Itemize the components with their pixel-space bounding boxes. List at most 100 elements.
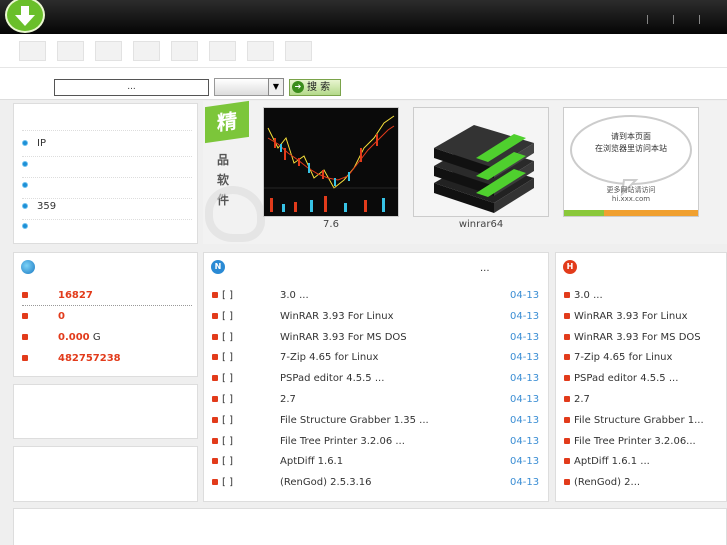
news-title[interactable]: 7-Zip 4.65 for Linux xyxy=(280,347,378,368)
footer-box xyxy=(13,508,727,545)
nav-tab-8[interactable] xyxy=(285,41,312,61)
hot-row[interactable]: AptDiff 1.6.1 ... xyxy=(564,451,724,472)
news-title[interactable]: WinRAR 3.93 For MS DOS xyxy=(280,327,407,348)
news-row[interactable]: [ ] WinRAR 3.93 For Linux 04-13 xyxy=(212,306,542,327)
news-row[interactable]: [ ] 3.0 ... 04-13 xyxy=(212,285,542,306)
news-tag: [ ] xyxy=(222,290,233,301)
bullet-icon xyxy=(22,292,28,298)
bullet-icon xyxy=(22,140,28,146)
top-links[interactable]: | | | xyxy=(646,15,711,25)
sidebar-item[interactable] xyxy=(22,217,37,237)
hot-row[interactable]: File Tree Printer 3.2.06... xyxy=(564,431,724,452)
bullet-icon xyxy=(212,312,218,319)
nav-tab-6[interactable] xyxy=(209,41,236,61)
bullet-icon xyxy=(212,375,218,382)
hot-badge-icon: H xyxy=(563,260,577,274)
news-title[interactable]: PSPad editor 4.5.5 ... xyxy=(280,368,384,389)
stat-unit: G xyxy=(92,332,101,343)
search-button[interactable]: ➔ 搜 索 xyxy=(289,79,341,96)
logo[interactable] xyxy=(5,0,45,33)
news-tag: [ ] xyxy=(222,477,233,489)
bullet-icon xyxy=(22,223,28,229)
sidebar-info-box: IP 359 xyxy=(13,103,198,244)
news-title[interactable]: 2.7 xyxy=(280,389,296,410)
hot-title[interactable]: AptDiff 1.6.1 ... xyxy=(574,456,650,467)
nav-tab-3[interactable] xyxy=(95,41,122,61)
bullet-icon xyxy=(22,355,28,361)
bullet-icon xyxy=(22,334,28,340)
featured-thumb-site[interactable]: 请到本页面 在浏览器里访问本站 更多网站请访问 hi.xxx.com xyxy=(563,107,699,217)
stat-value: 482757238 xyxy=(58,353,121,364)
news-tag: [ ] xyxy=(222,352,233,364)
nav-tab-5[interactable] xyxy=(171,41,198,61)
hot-title[interactable]: 3.0 ... xyxy=(574,290,603,301)
news-title[interactable]: (RenGod) 2.5.3.16 xyxy=(280,472,372,493)
hot-title[interactable]: File Tree Printer 3.2.06... xyxy=(574,436,696,447)
stat-row: 482757238 xyxy=(22,348,192,369)
hot-row[interactable]: PSPad editor 4.5.5 ... xyxy=(564,368,724,389)
sidebar-item[interactable] xyxy=(22,176,37,196)
hot-title[interactable]: File Structure Grabber 1... xyxy=(574,415,704,426)
sidebar-item[interactable]: 359 xyxy=(22,197,56,217)
news-row[interactable]: [ ] 2.7 04-13 xyxy=(212,389,542,410)
more-link[interactable]: ... xyxy=(480,263,490,274)
hot-row[interactable]: 3.0 ... xyxy=(564,285,724,306)
news-title[interactable]: WinRAR 3.93 For Linux xyxy=(280,306,394,327)
featured-thumb-winrar[interactable] xyxy=(413,107,549,217)
hot-title[interactable]: PSPad editor 4.5.5 ... xyxy=(574,373,678,384)
news-title[interactable]: File Structure Grabber 1.35 ... xyxy=(280,410,429,431)
news-row[interactable]: [ ] (RenGod) 2.5.3.16 04-13 xyxy=(212,472,542,493)
bullet-icon xyxy=(22,203,28,209)
news-date: 04-13 xyxy=(510,477,540,489)
hot-title[interactable]: WinRAR 3.93 For Linux xyxy=(574,311,688,322)
divider xyxy=(22,156,192,157)
news-row[interactable]: [ ] WinRAR 3.93 For MS DOS 04-13 xyxy=(212,327,542,348)
bullet-icon xyxy=(212,396,218,402)
bullet-icon xyxy=(564,458,570,465)
download-arrow-icon xyxy=(15,6,35,26)
news-tag: [ ] xyxy=(222,456,233,468)
news-title[interactable]: AptDiff 1.6.1 xyxy=(280,451,343,472)
hot-row[interactable]: (RenGod) 2... xyxy=(564,472,724,493)
news-tag: [ ] xyxy=(222,414,233,426)
bullet-icon xyxy=(564,354,570,361)
news-row[interactable]: [ ] File Structure Grabber 1.35 ... 04-13 xyxy=(212,410,542,431)
news-row[interactable]: [ ] AptDiff 1.6.1 04-13 xyxy=(212,451,542,472)
bullet-icon xyxy=(564,416,570,423)
sidebar-item[interactable]: IP xyxy=(22,134,46,154)
winrar-books-image xyxy=(434,125,534,213)
hot-row[interactable]: WinRAR 3.93 For Linux xyxy=(564,306,724,327)
stat-value: 0 xyxy=(58,311,65,322)
news-date: 04-13 xyxy=(510,352,540,364)
hot-row[interactable]: 7-Zip 4.65 for Linux xyxy=(564,347,724,368)
bullet-icon xyxy=(212,458,218,465)
sidebar-item[interactable] xyxy=(22,155,37,175)
bullet-icon xyxy=(564,437,570,444)
featured-caption[interactable]: 7.6 xyxy=(263,219,399,230)
news-row[interactable]: [ ] File Tree Printer 3.2.06 ... 04-13 xyxy=(212,431,542,452)
chevron-down-icon[interactable]: ▼ xyxy=(268,78,284,96)
hot-title[interactable]: WinRAR 3.93 For MS DOS xyxy=(574,332,701,343)
news-title[interactable]: 3.0 ... xyxy=(280,285,309,306)
nav-tab-7[interactable] xyxy=(247,41,274,61)
hot-row[interactable]: 2.7 xyxy=(564,389,724,410)
search-input[interactable]: ... xyxy=(54,79,209,96)
top-header-bar: | | | xyxy=(0,0,727,34)
hot-row[interactable]: File Structure Grabber 1... xyxy=(564,410,724,431)
nav-tab-1[interactable] xyxy=(19,41,46,61)
news-row[interactable]: [ ] 7-Zip 4.65 for Linux 04-13 xyxy=(212,347,542,368)
hot-title[interactable]: 2.7 xyxy=(574,394,590,405)
nav-tab-4[interactable] xyxy=(133,41,160,61)
news-row[interactable]: [ ] PSPad editor 4.5.5 ... 04-13 xyxy=(212,368,542,389)
news-date: 04-13 xyxy=(510,435,540,447)
bullet-icon xyxy=(212,292,218,298)
stat-value: 16827 xyxy=(58,290,93,301)
nav-tab-2[interactable] xyxy=(57,41,84,61)
sidebar-empty-box xyxy=(13,384,198,439)
hot-row[interactable]: WinRAR 3.93 For MS DOS xyxy=(564,327,724,348)
featured-caption[interactable]: winrar64 xyxy=(413,219,549,230)
hot-title[interactable]: 7-Zip 4.65 for Linux xyxy=(574,352,672,363)
news-title[interactable]: File Tree Printer 3.2.06 ... xyxy=(280,431,405,452)
hot-title[interactable]: (RenGod) 2... xyxy=(574,477,640,488)
featured-thumb-stock[interactable] xyxy=(263,107,399,217)
